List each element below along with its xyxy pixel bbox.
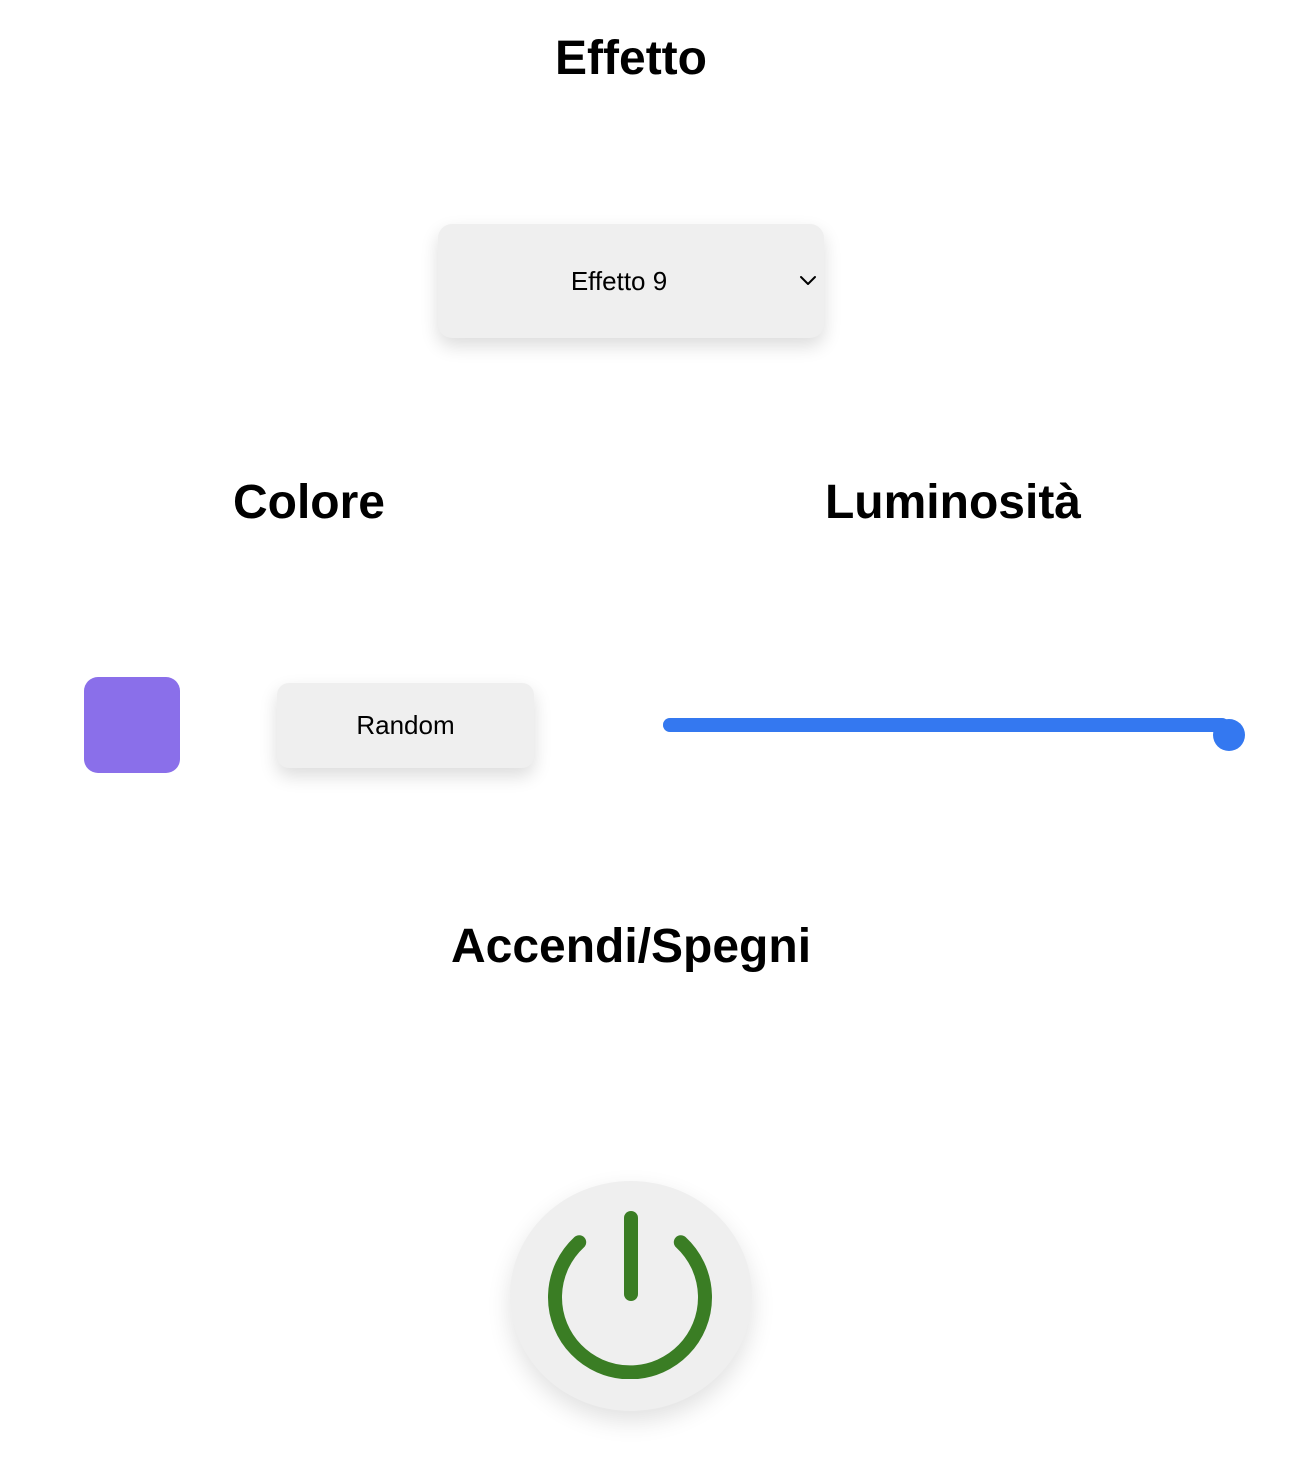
brightness-heading: Luminosità [824, 476, 1081, 529]
brightness-slider[interactable] [663, 708, 1245, 751]
color-picker-swatch[interactable] [84, 677, 180, 773]
power-icon [548, 1211, 712, 1379]
power-heading: Accendi/Spegni [450, 920, 812, 973]
effect-select[interactable]: Effetto 9 [438, 224, 824, 338]
chevron-down-icon [796, 271, 820, 291]
effect-select-value: Effetto 9 [570, 266, 668, 296]
effect-heading: Effetto [555, 32, 707, 85]
brightness-slider-track [663, 718, 1245, 751]
color-heading: Colore [232, 476, 385, 529]
random-color-button[interactable]: Random [277, 683, 534, 768]
brightness-slider-fill [663, 718, 1229, 732]
brightness-slider-thumb[interactable] [1213, 719, 1245, 751]
power-toggle-button[interactable] [510, 1181, 752, 1411]
